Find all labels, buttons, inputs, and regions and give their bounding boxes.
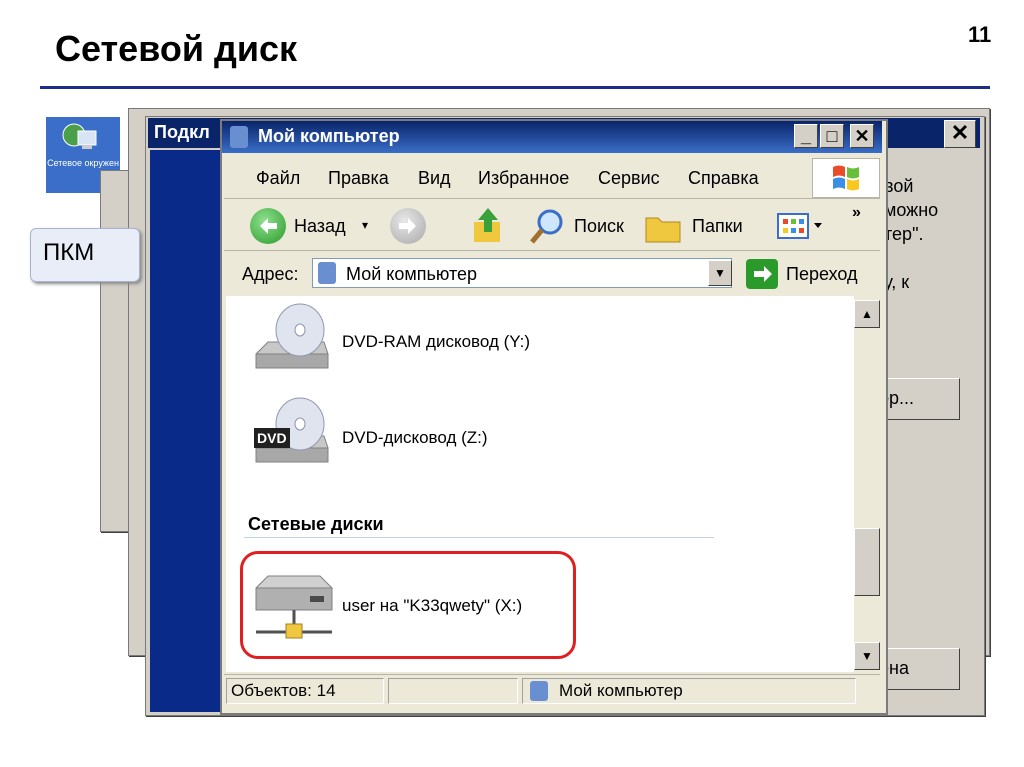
minimize-button[interactable]: _ [794,124,818,148]
toolbar-overflow-chevron-icon[interactable]: » [852,204,861,222]
back-dropdown-icon[interactable]: ▾ [362,218,368,232]
scroll-thumb[interactable] [854,528,880,596]
menu-view[interactable]: Вид [418,168,451,189]
status-computer-icon [530,681,548,701]
menu-file[interactable]: Файл [256,168,300,189]
address-label: Адрес: [242,264,299,284]
title-divider [40,86,990,89]
connect-dialog-text-3: тер". [884,224,924,244]
folders-button[interactable]: Папки [692,216,743,237]
maximize-button[interactable]: □ [820,124,844,148]
address-dropdown-icon[interactable]: ▼ [708,260,732,286]
cancel-button[interactable]: ена [878,648,960,690]
search-button[interactable]: Поиск [574,216,624,237]
back-button[interactable]: Назад [294,216,346,237]
my-computer-icon [230,126,248,148]
menu-tools[interactable]: Сервис [598,168,660,189]
menu-favorites[interactable]: Избранное [478,168,569,189]
browse-button[interactable]: ор... [878,378,960,420]
window-title: Мой компьютер [258,126,400,146]
connect-dialog-title: Подкл [154,122,210,142]
network-places-label: Сетевое окружен [47,158,119,168]
status-object-count: Объектов: 14 [226,678,384,704]
forward-arrow-icon[interactable] [390,208,426,244]
right-click-callout: ПКМ [30,228,140,282]
network-drives-heading: Сетевые диски [248,514,384,534]
dvd-drive-label[interactable]: DVD-дисковод (Z:) [342,428,488,448]
slide-number: 11 [968,22,992,47]
connect-dialog-text-1: вой [884,176,914,196]
up-folder-icon[interactable] [470,206,506,251]
my-computer-small-icon [318,262,336,284]
network-drive-label[interactable]: user на "K33qwety" (X:) [342,596,522,616]
dvd-ram-drive-icon[interactable] [252,302,332,374]
connect-dialog-close-button[interactable]: ✕ [944,120,976,148]
globe-computer-icon [62,123,97,149]
scroll-down-arrow-icon[interactable]: ▼ [854,642,880,670]
search-icon[interactable] [528,206,568,251]
go-arrow-icon[interactable] [746,259,778,289]
folders-icon[interactable] [644,210,684,249]
status-empty-pane [388,678,518,704]
dvd-ram-drive-label[interactable]: DVD-RAM дисковод (Y:) [342,332,530,352]
address-value: Мой компьютер [346,264,478,284]
windows-logo-icon [812,158,880,198]
back-arrow-icon[interactable] [250,208,286,244]
connect-dialog-text-2: можно [884,200,939,220]
close-button[interactable]: ✕ [850,124,874,148]
vertical-scrollbar[interactable] [854,298,880,672]
dvd-badge: DVD [257,430,287,446]
section-divider [244,537,714,538]
go-button[interactable]: Переход [786,264,858,285]
status-location: Мой компьютер [522,678,856,704]
network-drive-icon[interactable] [250,570,333,642]
menu-help[interactable]: Справка [688,168,759,189]
scroll-up-arrow-icon[interactable]: ▲ [854,300,880,328]
menu-edit[interactable]: Правка [328,168,389,189]
connect-dialog-side-panel [150,150,220,712]
slide-title: Сетевой диск [55,28,297,69]
views-icon[interactable] [776,210,824,247]
